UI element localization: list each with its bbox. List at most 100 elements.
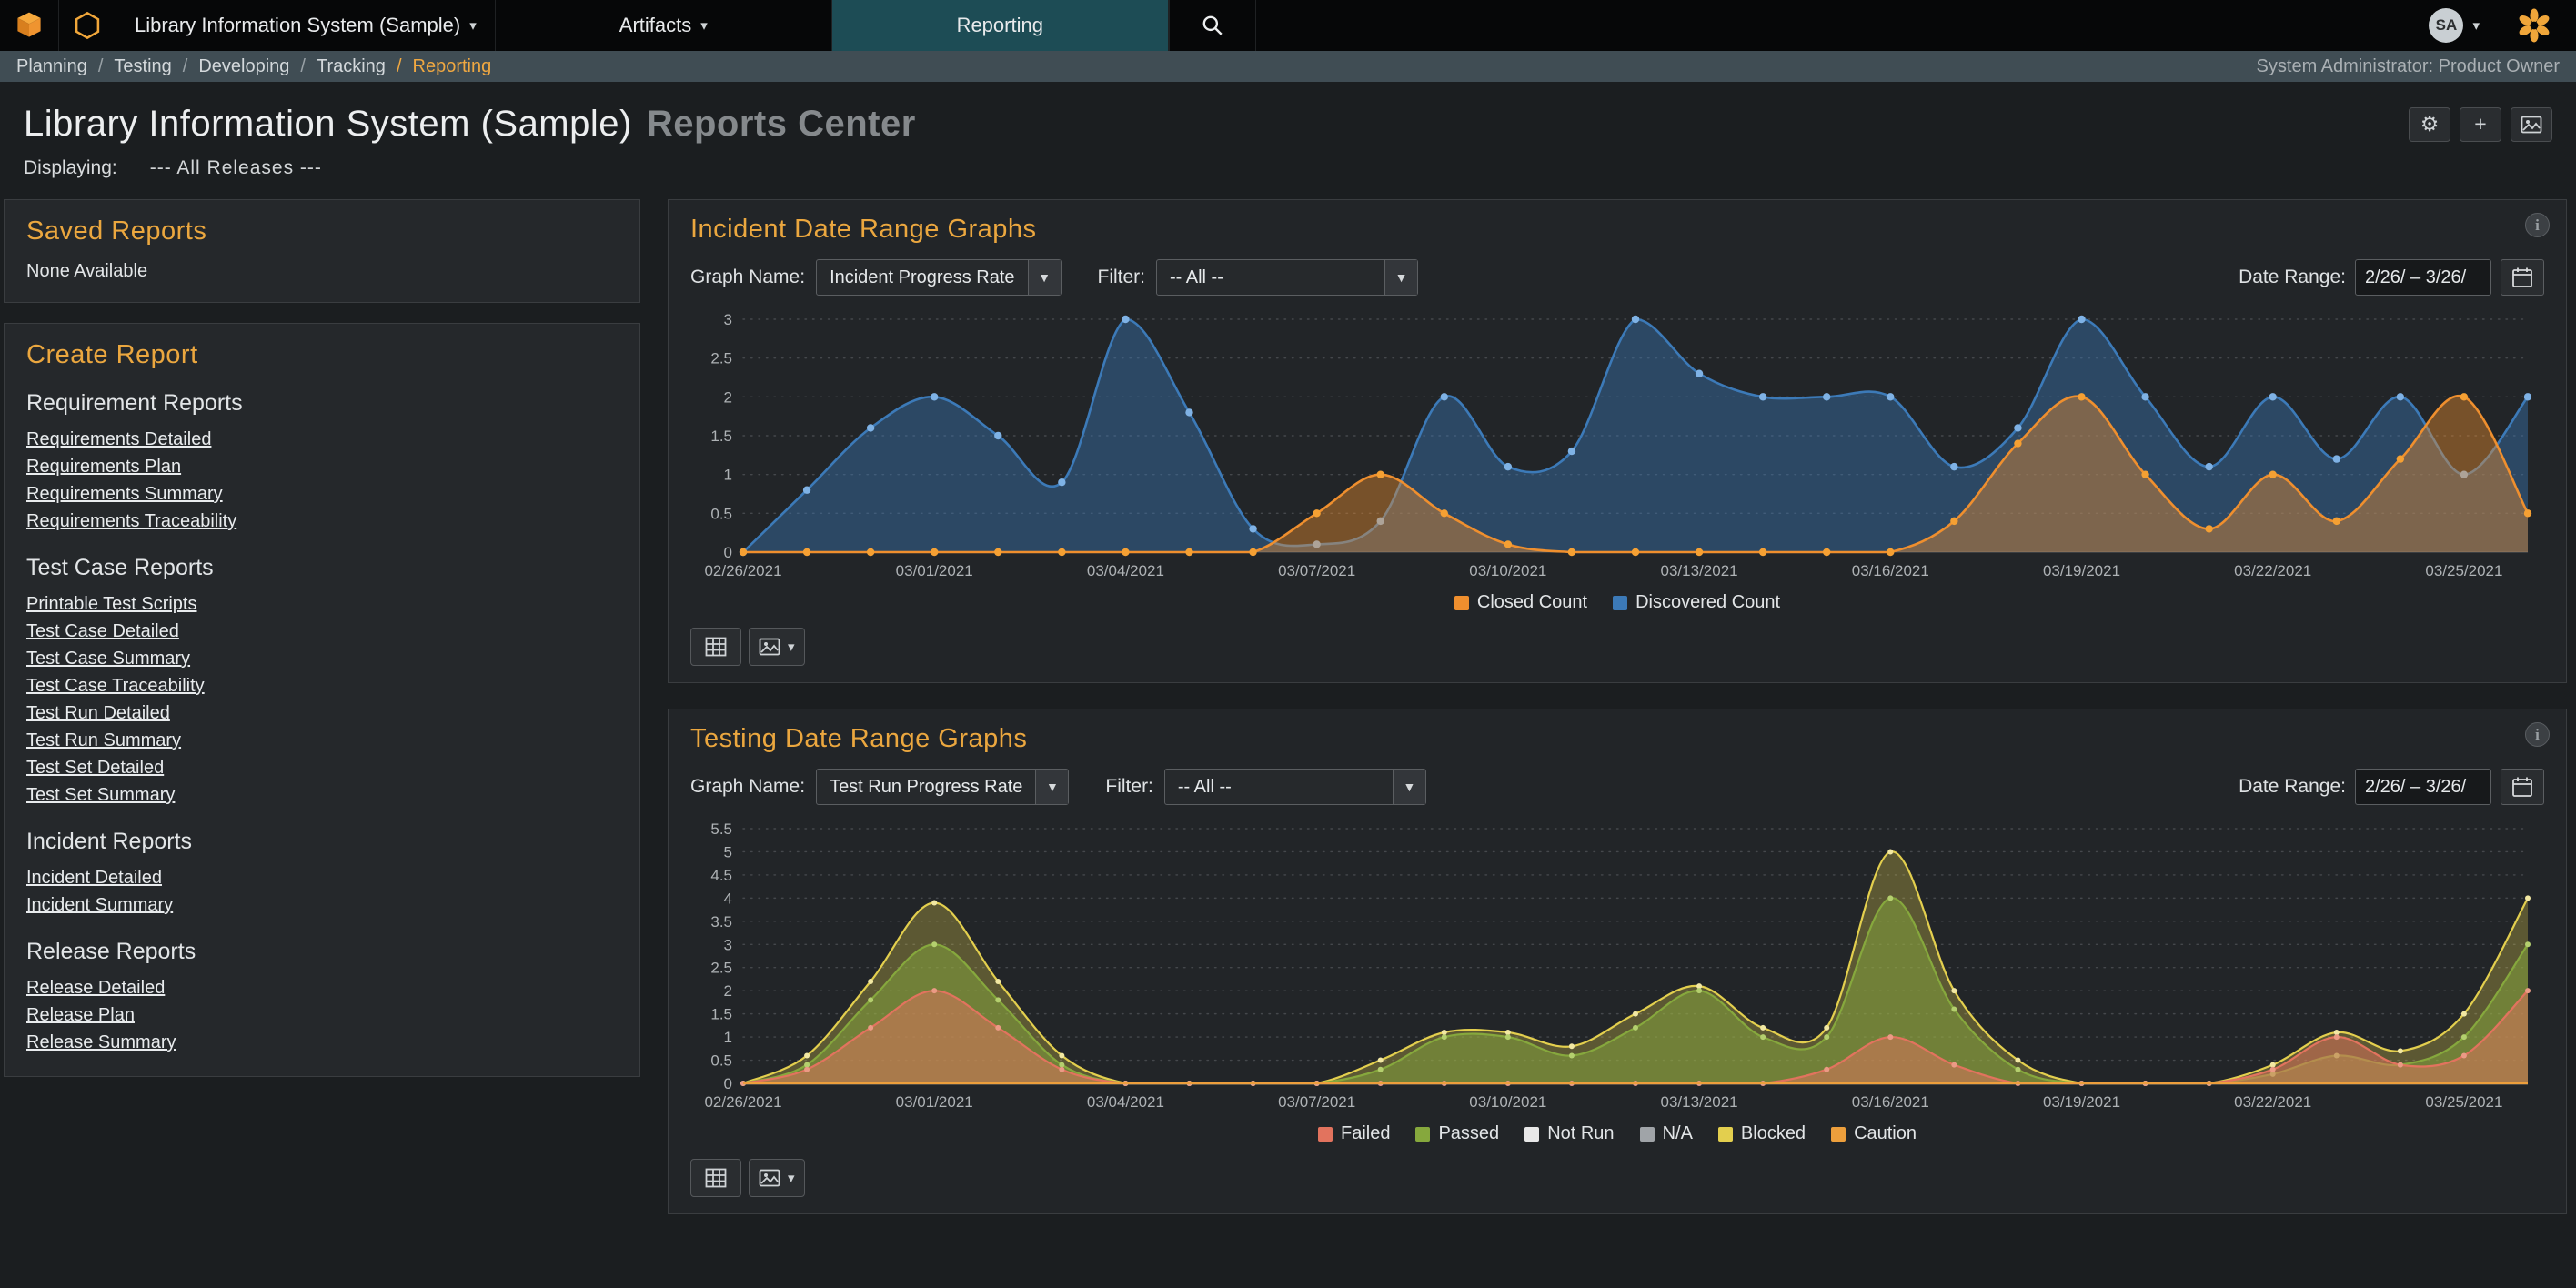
report-link[interactable]: Incident Summary bbox=[26, 891, 618, 919]
svg-text:03/01/2021: 03/01/2021 bbox=[896, 1093, 973, 1111]
report-link[interactable]: Release Detailed bbox=[26, 974, 618, 1001]
svg-text:03/19/2021: 03/19/2021 bbox=[2043, 562, 2120, 579]
date-range-input[interactable] bbox=[2355, 259, 2491, 296]
svg-text:0.5: 0.5 bbox=[710, 1052, 732, 1070]
graph-name-select[interactable]: Incident Progress Rate ▼ bbox=[816, 259, 1061, 296]
app-logo[interactable] bbox=[0, 0, 59, 51]
svg-text:03/22/2021: 03/22/2021 bbox=[2234, 1093, 2311, 1111]
user-menu[interactable]: SA ▾ bbox=[2410, 0, 2498, 51]
report-link[interactable]: Printable Test Scripts bbox=[26, 590, 618, 618]
svg-text:03/13/2021: 03/13/2021 bbox=[1661, 562, 1738, 579]
calendar-button[interactable] bbox=[2501, 769, 2544, 805]
date-range-input[interactable] bbox=[2355, 769, 2491, 805]
legend-item: Passed bbox=[1415, 1123, 1499, 1144]
breadcrumb-item-reporting[interactable]: Reporting bbox=[413, 56, 492, 77]
svg-text:0: 0 bbox=[724, 544, 732, 561]
breadcrumb-item-planning[interactable]: Planning bbox=[16, 56, 87, 77]
incident-chart-actions: ▾ bbox=[690, 628, 2544, 666]
svg-text:03/19/2021: 03/19/2021 bbox=[2043, 1093, 2120, 1111]
create-report-groups: Requirement ReportsRequirements Detailed… bbox=[26, 390, 618, 1056]
graph-name-value: Test Run Progress Rate bbox=[817, 770, 1035, 804]
workspace-logo[interactable] bbox=[59, 0, 116, 51]
report-link[interactable]: Requirements Plan bbox=[26, 453, 618, 480]
report-link[interactable]: Requirements Detailed bbox=[26, 426, 618, 453]
calendar-button[interactable] bbox=[2501, 259, 2544, 296]
report-link[interactable]: Incident Detailed bbox=[26, 864, 618, 891]
legend-item: Closed Count bbox=[1454, 592, 1587, 613]
report-group-heading: Incident Reports bbox=[26, 829, 618, 855]
report-link[interactable]: Test Case Summary bbox=[26, 645, 618, 672]
nav-tab-artifacts[interactable]: Artifacts ▾ bbox=[496, 0, 832, 51]
chevron-down-icon: ▼ bbox=[1393, 770, 1425, 804]
report-link[interactable]: Release Summary bbox=[26, 1029, 618, 1056]
nav-tab-artifacts-label: Artifacts bbox=[619, 14, 691, 37]
testing-chart-legend: FailedPassedNot RunN/ABlockedCaution bbox=[690, 1123, 2544, 1144]
settings-button[interactable]: ⚙ bbox=[2409, 107, 2450, 142]
svg-text:03/22/2021: 03/22/2021 bbox=[2234, 562, 2311, 579]
show-table-button[interactable] bbox=[690, 628, 741, 666]
report-link[interactable]: Test Run Summary bbox=[26, 727, 618, 754]
image-export-button[interactable] bbox=[2511, 107, 2552, 142]
legend-item: Caution bbox=[1831, 1123, 1917, 1144]
testing-chart[interactable]: 00.511.522.533.544.555.502/26/202103/01/… bbox=[690, 816, 2544, 1116]
svg-text:03/04/2021: 03/04/2021 bbox=[1087, 562, 1164, 579]
page-actions: ⚙ + bbox=[2409, 107, 2552, 142]
avatar: SA bbox=[2429, 8, 2463, 43]
flower-settings-icon bbox=[2516, 7, 2552, 44]
chevron-down-icon: ▼ bbox=[1384, 260, 1417, 295]
report-link[interactable]: Test Set Detailed bbox=[26, 754, 618, 781]
export-image-button[interactable]: ▾ bbox=[749, 628, 805, 666]
svg-text:03/25/2021: 03/25/2021 bbox=[2425, 562, 2502, 579]
page-header: Library Information System (Sample) Repo… bbox=[0, 82, 2576, 154]
add-button[interactable]: + bbox=[2460, 107, 2501, 142]
chevron-down-icon: ▼ bbox=[1028, 260, 1061, 295]
breadcrumb: Planning/Testing/Developing/Tracking/Rep… bbox=[16, 56, 491, 77]
legend-swatch bbox=[1831, 1127, 1846, 1142]
report-link[interactable]: Requirements Traceability bbox=[26, 508, 618, 535]
incident-panel-title: Incident Date Range Graphs bbox=[690, 215, 2544, 245]
breadcrumb-item-developing[interactable]: Developing bbox=[198, 56, 289, 77]
svg-text:02/26/2021: 02/26/2021 bbox=[704, 562, 781, 579]
report-link[interactable]: Release Plan bbox=[26, 1001, 618, 1029]
saved-reports-panel: Saved Reports None Available bbox=[4, 199, 640, 303]
breadcrumb-item-testing[interactable]: Testing bbox=[114, 56, 171, 77]
incident-chart-legend: Closed CountDiscovered Count bbox=[690, 592, 2544, 613]
product-selector-label: Library Information System (Sample) bbox=[135, 14, 460, 37]
system-settings-button[interactable] bbox=[2498, 0, 2576, 51]
report-link[interactable]: Requirements Summary bbox=[26, 480, 618, 508]
svg-text:0: 0 bbox=[724, 1075, 732, 1092]
product-selector[interactable]: Library Information System (Sample) ▾ bbox=[116, 0, 496, 51]
filter-select[interactable]: -- All -- ▼ bbox=[1164, 769, 1426, 805]
report-link[interactable]: Test Case Detailed bbox=[26, 618, 618, 645]
testing-controls: Graph Name: Test Run Progress Rate ▼ Fil… bbox=[690, 769, 2544, 805]
report-group-heading: Test Case Reports bbox=[26, 555, 618, 581]
svg-text:2.5: 2.5 bbox=[710, 960, 732, 977]
saved-reports-title: Saved Reports bbox=[26, 216, 618, 247]
export-image-button[interactable]: ▾ bbox=[749, 1159, 805, 1197]
breadcrumb-item-tracking[interactable]: Tracking bbox=[317, 56, 386, 77]
svg-text:2: 2 bbox=[724, 982, 732, 1000]
legend-swatch bbox=[1640, 1127, 1655, 1142]
breadcrumb-bar: Planning/Testing/Developing/Tracking/Rep… bbox=[0, 51, 2576, 82]
graph-name-select[interactable]: Test Run Progress Rate ▼ bbox=[816, 769, 1069, 805]
incident-chart[interactable]: 00.511.522.5302/26/202103/01/202103/04/2… bbox=[690, 307, 2544, 585]
calendar-icon bbox=[2511, 267, 2533, 288]
svg-text:1.5: 1.5 bbox=[710, 1006, 732, 1023]
info-icon[interactable]: i bbox=[2525, 213, 2550, 237]
report-link[interactable]: Test Run Detailed bbox=[26, 699, 618, 727]
date-range-label: Date Range: bbox=[2239, 267, 2346, 288]
top-bar: Library Information System (Sample) ▾ Ar… bbox=[0, 0, 2576, 51]
report-link[interactable]: Test Set Summary bbox=[26, 781, 618, 809]
search-button[interactable] bbox=[1169, 0, 1256, 51]
nav-tab-reporting[interactable]: Reporting bbox=[832, 0, 1169, 51]
report-link[interactable]: Test Case Traceability bbox=[26, 672, 618, 699]
svg-text:3: 3 bbox=[724, 936, 732, 953]
breadcrumb-separator: / bbox=[397, 56, 402, 77]
show-table-button[interactable] bbox=[690, 1159, 741, 1197]
svg-text:03/16/2021: 03/16/2021 bbox=[1852, 1093, 1929, 1111]
incident-graphs-panel: Incident Date Range Graphs i Graph Name:… bbox=[668, 199, 2567, 683]
svg-text:03/13/2021: 03/13/2021 bbox=[1661, 1093, 1738, 1111]
content: Saved Reports None Available Create Repo… bbox=[0, 179, 2576, 1214]
info-icon[interactable]: i bbox=[2525, 722, 2550, 747]
filter-select[interactable]: -- All -- ▼ bbox=[1156, 259, 1418, 296]
